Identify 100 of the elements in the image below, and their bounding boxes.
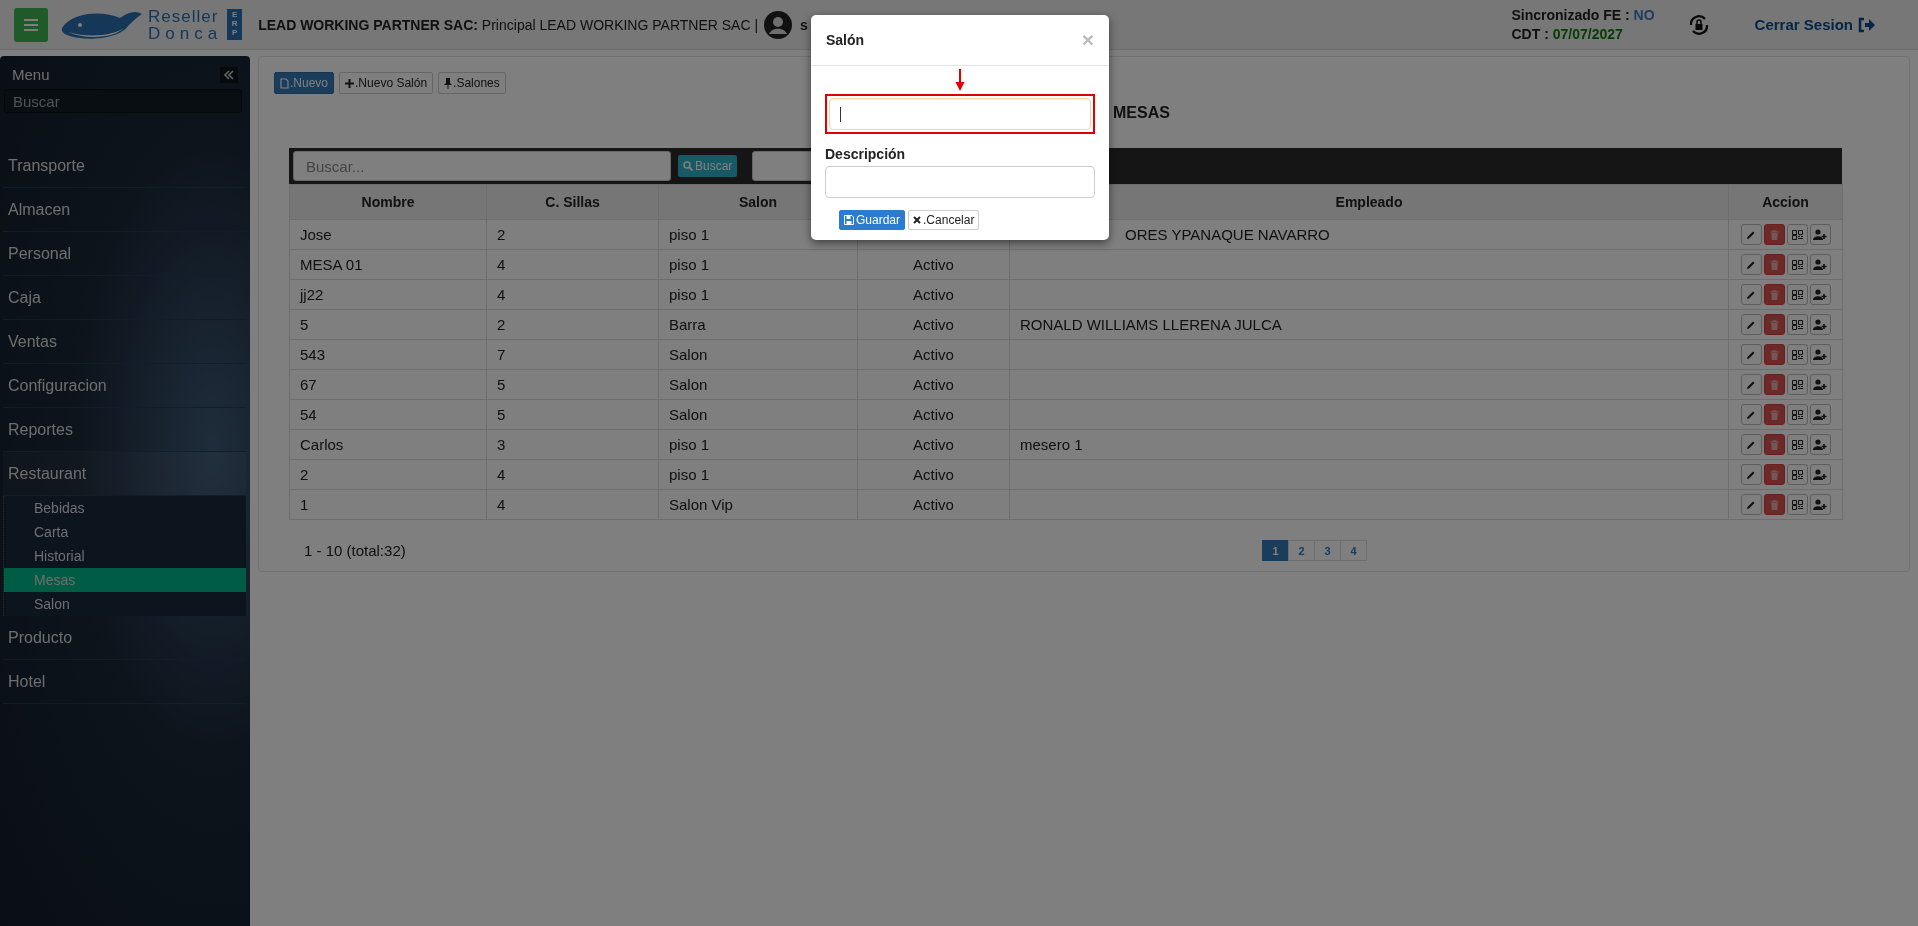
sidebar-subitem[interactable]: Carta <box>4 520 246 544</box>
delete-button[interactable] <box>1763 314 1785 335</box>
edit-button[interactable] <box>1740 434 1762 455</box>
cancel-button[interactable]: .Cancelar <box>908 210 980 230</box>
sidebar-item[interactable]: Hotel <box>3 660 246 704</box>
edit-button[interactable] <box>1740 314 1762 335</box>
trash-icon <box>1769 439 1779 450</box>
edit-button[interactable] <box>1740 464 1762 485</box>
status-cell: Activo <box>913 346 954 363</box>
edit-button[interactable] <box>1740 224 1762 245</box>
delete-button[interactable] <box>1763 434 1785 455</box>
edit-button[interactable] <box>1740 374 1762 395</box>
pencil-icon <box>1746 379 1756 390</box>
add-user-button[interactable] <box>1809 284 1831 305</box>
chairs-cell: 2 <box>497 226 506 243</box>
edit-button[interactable] <box>1740 344 1762 365</box>
input-field[interactable] <box>825 166 1095 198</box>
qr-code-icon <box>1791 439 1803 450</box>
column-header: C. Sillas <box>486 184 659 220</box>
delete-button[interactable] <box>1763 224 1785 245</box>
add-user-button[interactable] <box>1809 224 1831 245</box>
qr-code-button[interactable] <box>1786 374 1808 395</box>
toolbar-button[interactable]: .Nuevo <box>274 72 335 94</box>
delete-button[interactable] <box>1763 404 1785 425</box>
logout-link[interactable]: Cerrar Sesion <box>1754 16 1876 33</box>
search-field[interactable]: Buscar... <box>293 151 671 181</box>
edit-button[interactable] <box>1740 254 1762 275</box>
save-icon <box>844 215 854 225</box>
pencil-icon <box>1746 229 1756 240</box>
qr-code-button[interactable] <box>1786 494 1808 515</box>
trash-icon <box>1769 259 1779 270</box>
add-user-button[interactable] <box>1809 314 1831 335</box>
column-header: Accion <box>1728 184 1843 220</box>
sidebar-subitem[interactable]: Salon <box>4 592 246 616</box>
room-cell: piso 1 <box>669 466 710 483</box>
pencil-icon <box>1746 409 1756 420</box>
delete-button[interactable] <box>1763 494 1785 515</box>
add-user-button[interactable] <box>1809 404 1831 425</box>
sidebar-item[interactable]: Transporte <box>3 144 246 188</box>
sidebar-item[interactable]: Personal <box>3 232 246 276</box>
sidebar-search-field[interactable]: Buscar <box>4 89 242 113</box>
search-button[interactable]: Buscar <box>678 155 738 177</box>
employee-cell: mesero 1 <box>1020 436 1083 453</box>
delete-button[interactable] <box>1763 344 1785 365</box>
status-cell: Activo <box>913 286 954 303</box>
page-button[interactable]: 2 <box>1288 540 1315 561</box>
column-header: Nombre <box>289 184 487 220</box>
delete-button[interactable] <box>1763 284 1785 305</box>
qr-code-button[interactable] <box>1786 434 1808 455</box>
delete-button[interactable] <box>1763 254 1785 275</box>
toolbar-button[interactable]: .Nuevo Salón <box>339 72 434 94</box>
page-button[interactable]: 4 <box>1340 540 1367 561</box>
close-button[interactable]: × <box>1081 28 1094 52</box>
chairs-cell: 3 <box>497 436 506 453</box>
qr-code-button[interactable] <box>1786 254 1808 275</box>
page-title: MESAS <box>1113 104 1170 121</box>
add-user-button[interactable] <box>1809 464 1831 485</box>
input-field[interactable] <box>829 98 1091 130</box>
employee-cell: ORES YPANAQUE NAVARRO <box>1125 226 1330 243</box>
sidebar-item[interactable]: Almacen <box>3 188 246 232</box>
chairs-cell: 2 <box>497 316 506 333</box>
menu-icon <box>24 18 38 31</box>
page-button[interactable]: 1 <box>1262 540 1289 561</box>
add-user-button[interactable] <box>1809 374 1831 395</box>
name-cell: 2 <box>300 466 309 483</box>
qr-code-button[interactable] <box>1786 224 1808 245</box>
chairs-cell: 7 <box>497 346 506 363</box>
name-cell: 543 <box>300 346 326 363</box>
sidebar-subitem[interactable]: Bebidas <box>4 496 246 520</box>
qr-code-button[interactable] <box>1786 314 1808 335</box>
trash-icon <box>1769 469 1779 480</box>
sidebar-item[interactable]: Producto <box>3 616 246 660</box>
qr-code-button[interactable] <box>1786 344 1808 365</box>
qr-code-button[interactable] <box>1786 404 1808 425</box>
save-button[interactable]: Guardar <box>839 210 906 230</box>
room-cell: piso 1 <box>669 436 710 453</box>
edit-button[interactable] <box>1740 284 1762 305</box>
name-cell: MESA 01 <box>300 256 363 273</box>
sidebar-subitem[interactable]: Historial <box>4 544 246 568</box>
toolbar-button[interactable]: .Salones <box>438 72 506 94</box>
qr-code-button[interactable] <box>1786 284 1808 305</box>
room-cell: Salon <box>669 406 708 423</box>
page-button[interactable]: 3 <box>1314 540 1341 561</box>
delete-button[interactable] <box>1763 374 1785 395</box>
sidebar-item[interactable]: Caja <box>3 276 246 320</box>
qr-code-button[interactable] <box>1786 464 1808 485</box>
add-user-button[interactable] <box>1809 434 1831 455</box>
add-user-button[interactable] <box>1809 494 1831 515</box>
edit-button[interactable] <box>1740 494 1762 515</box>
delete-button[interactable] <box>1763 464 1785 485</box>
sidebar-item[interactable]: Configuracion <box>3 364 246 408</box>
qr-code-icon <box>1791 289 1803 300</box>
cdt-label: CDT : <box>1511 25 1549 42</box>
sidebar-item[interactable]: Ventas <box>3 320 246 364</box>
add-user-button[interactable] <box>1809 344 1831 365</box>
edit-button[interactable] <box>1740 404 1762 425</box>
collapse-button[interactable] <box>220 66 238 83</box>
sidebar-item[interactable]: Reportes <box>3 408 246 452</box>
add-user-button[interactable] <box>1809 254 1831 275</box>
room-cell: Salon <box>669 376 708 393</box>
